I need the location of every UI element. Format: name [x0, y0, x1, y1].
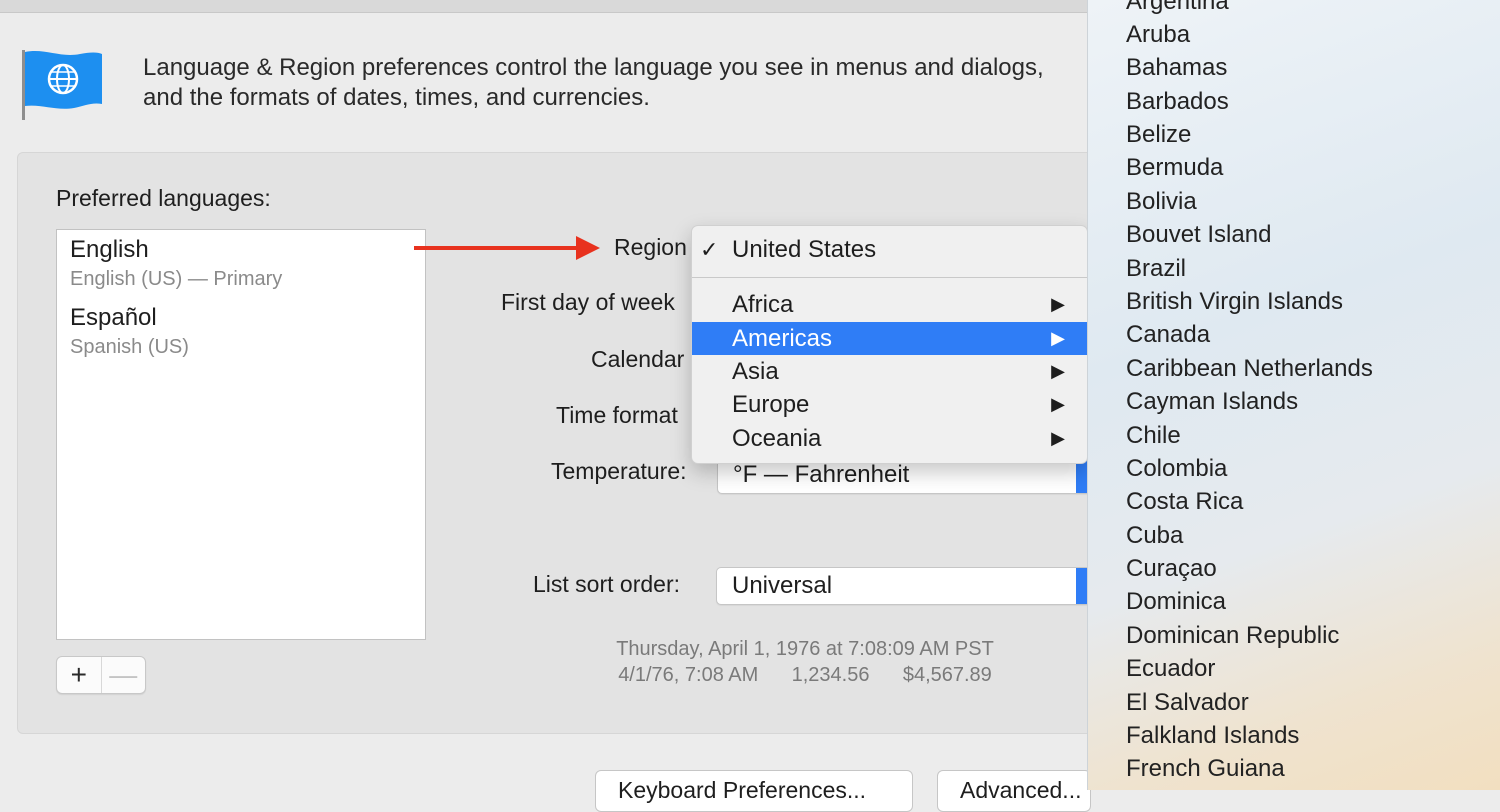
- country-item[interactable]: British Virgin Islands: [1126, 287, 1343, 317]
- country-item[interactable]: Canada: [1126, 320, 1210, 350]
- menu-item-label: United States: [732, 236, 877, 263]
- menu-item-label: Oceania: [732, 425, 822, 452]
- preferred-languages-label: Preferred languages:: [56, 185, 271, 211]
- menu-item-label: Asia: [732, 358, 779, 385]
- menu-item-oceania[interactable]: Oceania ▶: [692, 422, 1087, 455]
- region-label: Region: [614, 234, 687, 260]
- list-sort-order-popup[interactable]: Universal: [716, 567, 1099, 605]
- country-item[interactable]: Curaçao: [1126, 554, 1217, 584]
- menu-item-americas[interactable]: Americas ▶: [692, 322, 1087, 355]
- country-item[interactable]: Bahamas: [1126, 53, 1227, 83]
- submenu-triangle-icon: ▶: [1051, 394, 1065, 414]
- list-sort-order-value: Universal: [732, 572, 833, 599]
- language-subtitle: Spanish (US): [70, 336, 189, 358]
- calendar-label: Calendar: [591, 346, 685, 372]
- add-language-button[interactable]: +: [57, 657, 102, 693]
- intro-line-2: and the formats of dates, times, and cur…: [143, 84, 650, 111]
- list-sort-order-label: List sort order:: [533, 571, 680, 597]
- language-name: English: [70, 236, 149, 263]
- country-item[interactable]: Colombia: [1126, 454, 1227, 484]
- country-item[interactable]: Falkland Islands: [1126, 721, 1299, 751]
- checkmark-icon: ✓: [700, 237, 719, 262]
- intro-text: Language & Region preferences control th…: [143, 53, 1093, 113]
- temperature-value: °F — Fahrenheit: [733, 461, 910, 488]
- menu-item-europe[interactable]: Europe ▶: [692, 388, 1087, 421]
- time-format-label: Time format: [556, 402, 678, 428]
- country-item[interactable]: Brazil: [1126, 254, 1186, 284]
- menu-item-label: Americas: [732, 325, 833, 352]
- menu-item-label: Africa: [732, 291, 794, 318]
- country-item[interactable]: Bouvet Island: [1126, 220, 1271, 250]
- submenu-triangle-icon: ▶: [1051, 328, 1065, 348]
- country-item[interactable]: Barbados: [1126, 87, 1229, 117]
- country-item[interactable]: Chile: [1126, 421, 1181, 451]
- language-item-english[interactable]: English English (US) — Primary: [70, 236, 282, 291]
- window-titlebar-edge: [0, 0, 1090, 13]
- country-item[interactable]: Bolivia: [1126, 187, 1197, 217]
- country-item[interactable]: Bermuda: [1126, 153, 1223, 183]
- preferred-languages-list[interactable]: English English (US) — Primary Español S…: [56, 229, 426, 640]
- remove-language-button[interactable]: —: [102, 657, 146, 693]
- sample-format-line: 4/1/76, 7:08 AM 1,234.56 $4,567.89: [618, 664, 992, 686]
- menu-separator: [692, 277, 1087, 278]
- menu-item-africa[interactable]: Africa ▶: [692, 288, 1087, 321]
- country-item[interactable]: Cuba: [1126, 521, 1183, 551]
- country-item[interactable]: Argentina: [1126, 0, 1229, 17]
- globe-flag-icon: [22, 50, 102, 120]
- country-item[interactable]: Ecuador: [1126, 654, 1215, 684]
- submenu-triangle-icon: ▶: [1051, 294, 1065, 314]
- sample-date-line: Thursday, April 1, 1976 at 7:08:09 AM PS…: [616, 638, 994, 660]
- language-item-espanol[interactable]: Español Spanish (US): [70, 304, 189, 359]
- country-item[interactable]: French Guiana: [1126, 754, 1285, 784]
- temperature-label: Temperature:: [551, 458, 687, 484]
- country-item[interactable]: El Salvador: [1126, 688, 1249, 718]
- menu-item-label: Europe: [732, 391, 810, 418]
- country-item[interactable]: Costa Rica: [1126, 487, 1243, 517]
- country-item[interactable]: Aruba: [1126, 20, 1190, 50]
- country-item[interactable]: Belize: [1126, 120, 1191, 150]
- americas-submenu: Argentina Aruba Bahamas Barbados Belize …: [1087, 0, 1500, 790]
- advanced-button[interactable]: Advanced...: [937, 770, 1091, 812]
- keyboard-preferences-button[interactable]: Keyboard Preferences...: [595, 770, 913, 812]
- menu-item-united-states[interactable]: ✓ United States: [692, 233, 1087, 266]
- menu-item-asia[interactable]: Asia ▶: [692, 355, 1087, 388]
- country-item[interactable]: Dominican Republic: [1126, 621, 1339, 651]
- add-remove-language-control: + —: [56, 656, 146, 694]
- country-item[interactable]: Caribbean Netherlands: [1126, 354, 1373, 384]
- submenu-triangle-icon: ▶: [1051, 428, 1065, 448]
- red-arrow-annotation: [414, 236, 600, 260]
- language-name: Español: [70, 304, 157, 331]
- region-dropdown-menu: ✓ United States Africa ▶ Americas ▶ Asia…: [691, 225, 1088, 464]
- country-item[interactable]: Cayman Islands: [1126, 387, 1298, 417]
- submenu-triangle-icon: ▶: [1051, 361, 1065, 381]
- country-item[interactable]: Dominica: [1126, 587, 1226, 617]
- language-subtitle: English (US) — Primary: [70, 268, 283, 290]
- intro-line-1: Language & Region preferences control th…: [143, 54, 1044, 81]
- first-day-of-week-label: First day of week: [501, 289, 675, 315]
